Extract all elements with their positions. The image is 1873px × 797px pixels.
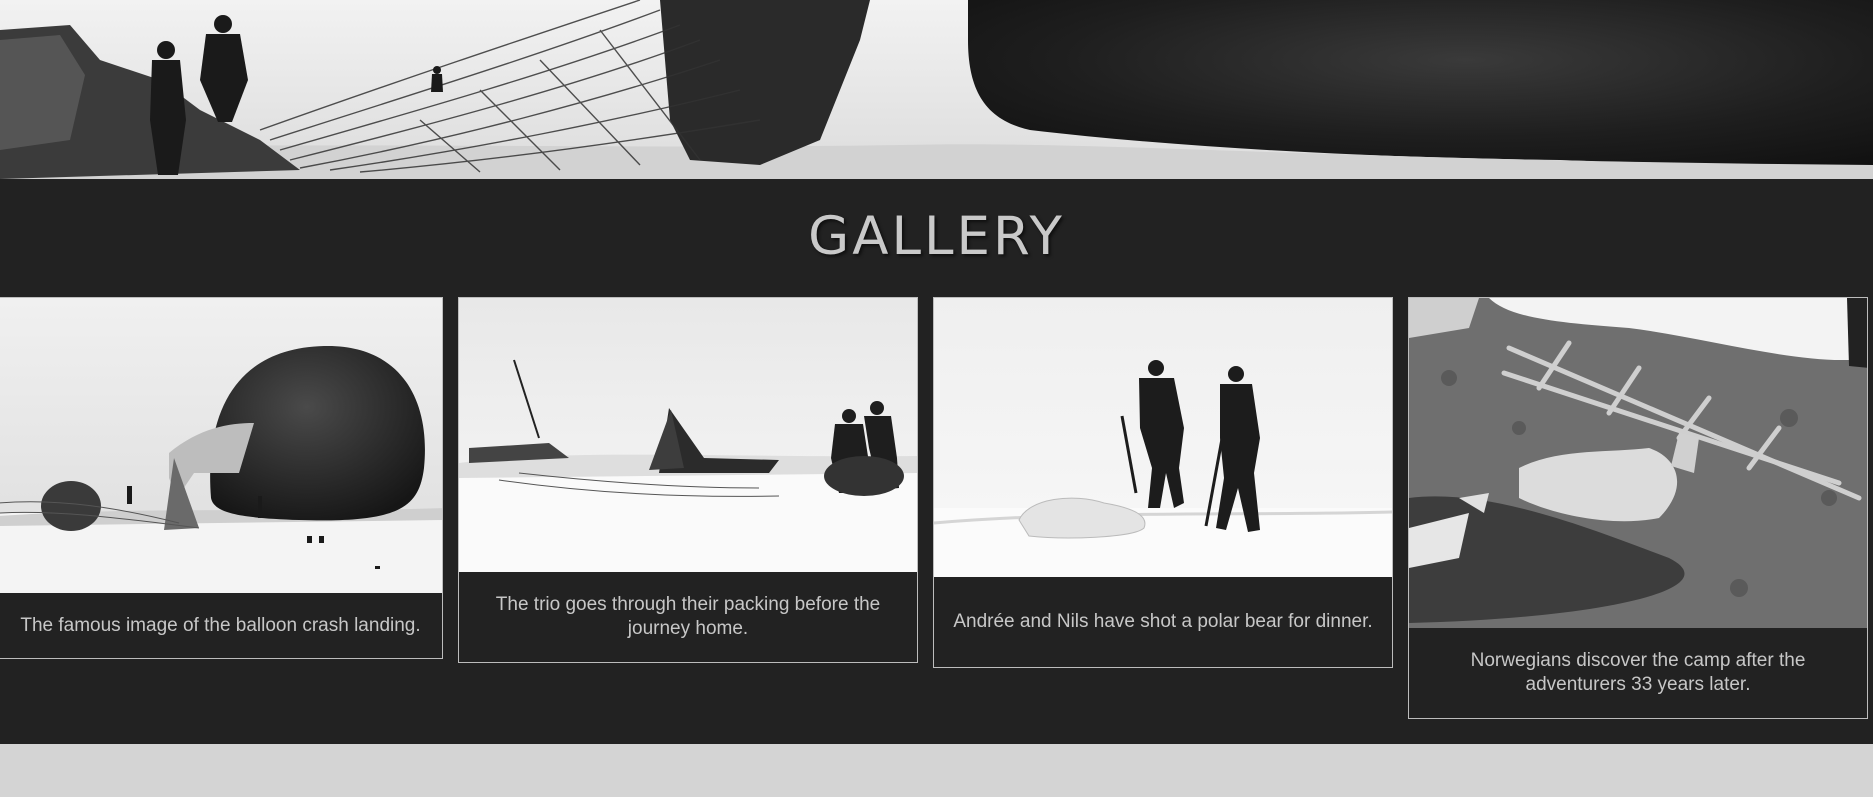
- gallery-caption: Norwegians discover the camp after the a…: [1470, 650, 1806, 695]
- gallery-photo-polar-bear[interactable]: [934, 298, 1392, 577]
- camp-remains-image: [1409, 298, 1867, 628]
- gallery-card-balloon-crash[interactable]: The famous image of the balloon crash la…: [0, 297, 443, 659]
- balloon-crash-image: [0, 298, 442, 593]
- gallery-card-polar-bear[interactable]: Andrée and Nils have shot a polar bear f…: [933, 297, 1393, 668]
- gallery-caption: Andrée and Nils have shot a polar bear f…: [953, 611, 1373, 632]
- gallery-title: GALLERY: [808, 206, 1065, 267]
- gallery-section: GALLERY The famous image of the balloon …: [0, 179, 1873, 744]
- gallery-photo-camp-remains[interactable]: [1409, 298, 1867, 628]
- gallery-caption: The famous image of the balloon crash la…: [20, 614, 421, 636]
- gallery-photo-balloon-crash[interactable]: [0, 298, 442, 593]
- gallery-card-camp-remains[interactable]: Norwegians discover the camp after the a…: [1408, 297, 1868, 719]
- gallery-photo-packing[interactable]: [459, 298, 917, 572]
- packing-image: [459, 298, 917, 572]
- gallery-caption: The trio goes through their packing befo…: [495, 594, 881, 639]
- polar-bear-image: [934, 298, 1392, 577]
- gallery-card-packing[interactable]: The trio goes through their packing befo…: [458, 297, 918, 663]
- hero-photo: [0, 0, 1873, 179]
- hero-banner: [0, 0, 1873, 179]
